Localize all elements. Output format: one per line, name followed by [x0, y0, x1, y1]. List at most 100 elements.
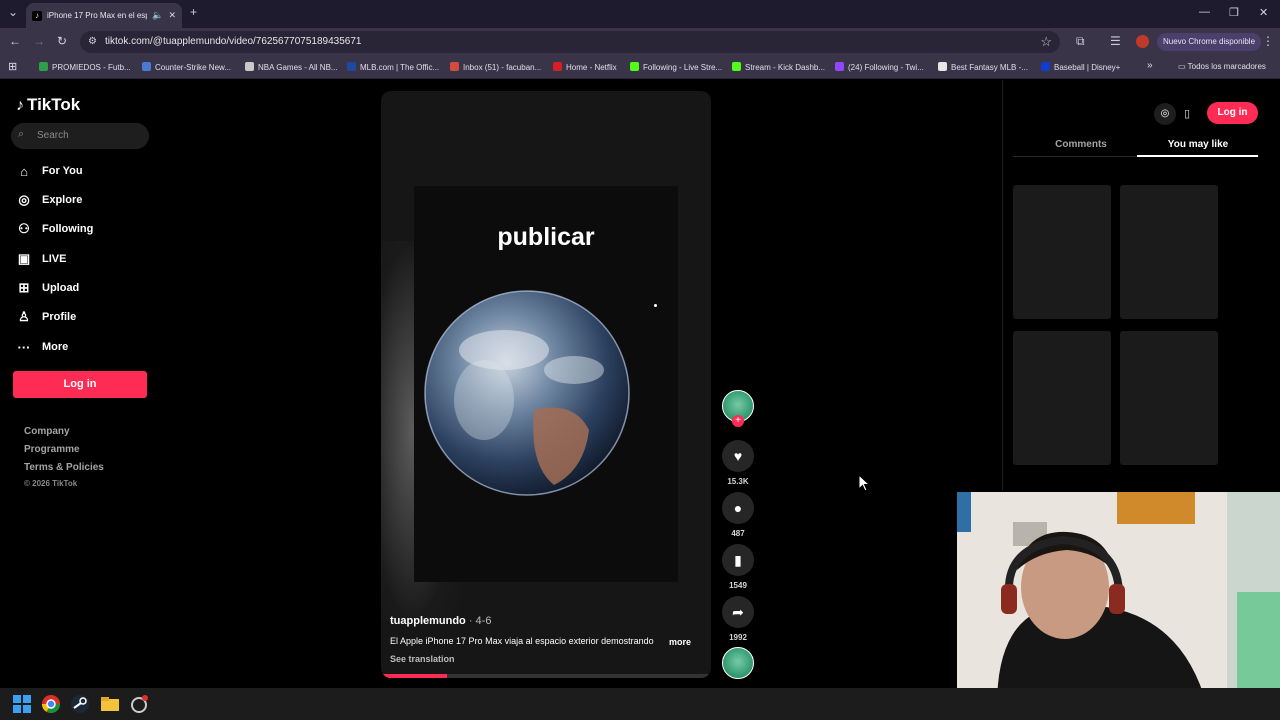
bookmark-item[interactable]: NBA Games - All NB... [245, 62, 338, 72]
video-frame: publicar [414, 186, 678, 582]
close-tab-icon[interactable]: ✕ [168, 10, 176, 21]
explore-compass-icon[interactable]: ◎ [1154, 103, 1176, 125]
tab-search-icon[interactable]: ⌄ [8, 5, 18, 19]
bookmark-item[interactable]: Inbox (51) - facuban... [450, 62, 541, 72]
chrome-app-icon[interactable] [41, 694, 61, 714]
new-tab-icon[interactable]: + [190, 5, 197, 19]
tab-comments[interactable]: Comments [1021, 139, 1141, 150]
footer-link-company[interactable]: Company [24, 426, 70, 437]
webcam-feed [957, 492, 1280, 706]
more-icon: ··· [17, 339, 31, 355]
site-info-icon[interactable]: ⚙ [88, 36, 97, 47]
reload-icon[interactable]: ↻ [57, 34, 67, 48]
bookmark-favicon-icon [553, 62, 562, 71]
header-login-button[interactable]: Log in [1207, 102, 1258, 124]
mouse-cursor-icon [858, 474, 870, 492]
nav-more[interactable]: ··· More [16, 337, 69, 357]
browser-tab[interactable]: ♪ iPhone 17 Pro Max en el esp 🔈 ✕ [26, 3, 182, 28]
app-notification-icon[interactable] [129, 694, 149, 714]
follow-plus-icon[interactable]: + [732, 415, 744, 427]
suggested-video-thumbnail[interactable] [1013, 185, 1111, 319]
profile-icon: ♙ [18, 309, 30, 324]
video-author[interactable]: tuapplemundo · 4-6 [390, 615, 491, 627]
suggested-video-thumbnail[interactable] [1120, 185, 1218, 319]
bookmark-item[interactable]: Baseball | Disney+ [1041, 62, 1120, 72]
forward-icon[interactable]: → [33, 34, 45, 48]
steam-app-icon[interactable] [70, 694, 90, 714]
windows-start-icon[interactable] [12, 694, 32, 714]
bookmark-item[interactable]: Counter-Strike New... [142, 62, 231, 72]
chrome-update-button[interactable]: Nuevo Chrome disponible [1157, 33, 1261, 51]
browser-tab-strip: ⌄ ♪ iPhone 17 Pro Max en el esp 🔈 ✕ + — … [0, 0, 1280, 28]
tiktok-logo[interactable]: ♪ TikTok [16, 95, 80, 115]
bookmark-item[interactable]: Stream - Kick Dashb... [732, 62, 825, 72]
bookmark-favicon-icon [732, 62, 741, 71]
more-bookmarks-icon[interactable]: » [1147, 60, 1153, 71]
bookmark-favicon-icon [450, 62, 459, 71]
nav-profile[interactable]: ♙ Profile [16, 307, 76, 327]
bookmark-star-icon[interactable]: ☆ [1040, 34, 1052, 50]
close-window-icon[interactable]: ✕ [1259, 6, 1268, 19]
bookmark-item[interactable]: PROMIEDOS - Futb... [39, 62, 131, 72]
minimize-icon[interactable]: — [1199, 6, 1210, 18]
tiktok-note-icon: ♪ [16, 97, 24, 114]
bookmark-favicon-icon [39, 62, 48, 71]
chrome-menu-icon[interactable]: ⋮ [1262, 34, 1274, 48]
profile-avatar-icon[interactable] [1136, 35, 1149, 48]
compass-icon: ◎ [18, 192, 30, 207]
maximize-icon[interactable]: ❐ [1229, 6, 1239, 19]
login-button[interactable]: Log in [13, 371, 147, 398]
apps-grid-icon[interactable]: ⊞ [8, 60, 17, 73]
extensions-icon[interactable]: ⧉ [1076, 34, 1085, 49]
bookmark-item[interactable]: Home - Netflix [553, 62, 617, 72]
search-input[interactable]: ⌕ Search [11, 123, 149, 149]
bookmark-item[interactable]: Following - Live Stre... [630, 62, 722, 72]
bookmark-item[interactable]: MLB.com | The Offic... [347, 62, 439, 72]
video-progress-bar[interactable] [381, 674, 711, 678]
comment-count: 487 [731, 529, 745, 538]
nav-explore[interactable]: ◎ Explore [16, 190, 82, 210]
tab-you-may-like[interactable]: You may like [1138, 139, 1258, 150]
all-bookmarks-folder[interactable]: ▭ Todos los marcadores [1178, 62, 1266, 71]
suggested-video-thumbnail[interactable] [1120, 331, 1218, 465]
reading-list-icon[interactable]: ☰ [1110, 34, 1121, 48]
bookmark-item[interactable]: (24) Following - Twi... [835, 62, 924, 72]
bookmarks-bar: ⊞ PROMIEDOS - Futb... Counter-Strike New… [0, 55, 1280, 79]
url-text[interactable]: tiktok.com/@tuapplemundo/video/762567707… [105, 36, 361, 47]
get-app-phone-icon[interactable]: ▯ [1176, 103, 1198, 125]
home-icon: ⌂ [20, 163, 28, 179]
footer-link-terms[interactable]: Terms & Policies [24, 462, 104, 473]
tiktok-favicon-icon: ♪ [32, 10, 42, 21]
tab-title: iPhone 17 Pro Max en el esp [47, 11, 148, 20]
see-translation-link[interactable]: See translation [390, 654, 455, 664]
nav-for-you[interactable]: ⌂ For You [16, 161, 82, 181]
footer-link-programme[interactable]: Programme [24, 444, 80, 455]
bookmark-favicon-icon [1041, 62, 1050, 71]
like-heart-icon[interactable]: ♥ [722, 440, 754, 472]
bookmark-icon[interactable]: ▮ [722, 544, 754, 576]
bookmark-item[interactable]: Best Fantasy MLB -... [938, 62, 1028, 72]
back-icon[interactable]: ← [9, 34, 21, 48]
video-player[interactable]: publicar tuapplemundo · 4-6 El Apple iPh… [381, 91, 711, 678]
earth-image [424, 290, 630, 496]
share-arrow-icon[interactable]: ➦ [722, 596, 754, 628]
bookmark-favicon-icon [347, 62, 356, 71]
nav-live[interactable]: ▣ LIVE [16, 249, 67, 269]
speaker-icon[interactable]: 🔈 [152, 10, 163, 21]
active-tab-indicator [1137, 155, 1258, 157]
bookmark-favicon-icon [142, 62, 151, 71]
webcam-overlay [957, 492, 1280, 706]
nav-upload[interactable]: ⊞ Upload [16, 278, 80, 298]
address-bar[interactable]: ⚙ tiktok.com/@tuapplemundo/video/7625677… [80, 31, 1060, 53]
caption-more-button[interactable]: more [669, 637, 691, 647]
panel-divider [1002, 80, 1003, 490]
browser-toolbar: ← → ↻ ⚙ tiktok.com/@tuapplemundo/video/7… [0, 28, 1280, 55]
nav-following[interactable]: ⚇ Following [16, 219, 93, 239]
video-overlay-text: publicar [497, 223, 595, 251]
file-explorer-icon[interactable] [100, 694, 120, 714]
comment-bubble-icon[interactable]: ● [722, 492, 754, 524]
music-disc-icon[interactable] [722, 647, 754, 679]
suggested-video-thumbnail[interactable] [1013, 331, 1111, 465]
share-count: 1992 [729, 633, 747, 642]
star-dot [654, 304, 657, 307]
